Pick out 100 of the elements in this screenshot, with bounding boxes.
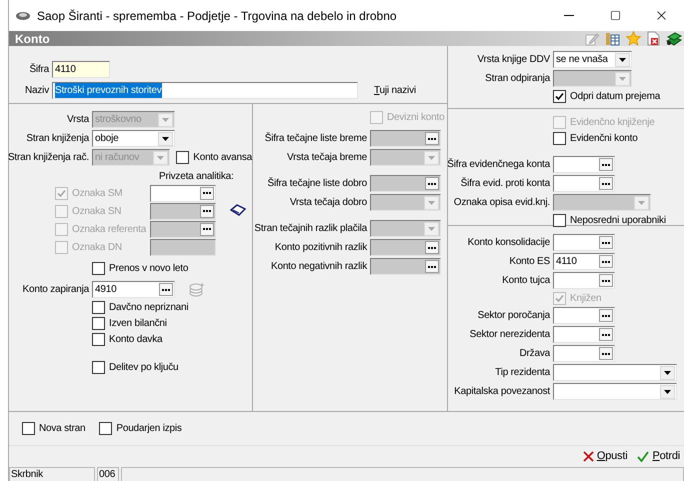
table-icon[interactable] bbox=[605, 32, 620, 46]
browse-button[interactable] bbox=[599, 328, 613, 341]
field-label: Oznaka opisa evid.knj. bbox=[454, 196, 550, 210]
cancel-button[interactable]: Opusti bbox=[582, 448, 628, 465]
caret-icon bbox=[664, 390, 671, 394]
checkbox[interactable] bbox=[99, 422, 112, 435]
checkbox-label: Odpri datum prejema bbox=[570, 90, 660, 104]
foreign-names-link[interactable]: Tuji nazivi bbox=[374, 83, 416, 98]
dropdown-button[interactable] bbox=[158, 132, 173, 146]
dropdown[interactable]: oboje bbox=[92, 130, 175, 147]
star-icon[interactable] bbox=[626, 31, 641, 46]
field-label: Vrsta knjige DDV bbox=[477, 53, 550, 67]
browse-button[interactable] bbox=[599, 274, 613, 287]
dropdown[interactable] bbox=[553, 383, 677, 400]
checkbox[interactable] bbox=[92, 360, 105, 374]
minimize-icon bbox=[564, 15, 574, 16]
checkbox-label: Oznaka SM bbox=[72, 186, 122, 200]
caret-icon bbox=[664, 370, 671, 374]
browse-button[interactable] bbox=[599, 158, 613, 171]
checkbox-label: Delitev po ključu bbox=[109, 360, 178, 374]
browse-button[interactable] bbox=[599, 177, 613, 190]
field-label: Stran knjiženja bbox=[26, 132, 89, 146]
checkbox-label: Izven bilančni bbox=[109, 316, 167, 330]
field-label: Stran tečajnih razlik plačila bbox=[254, 222, 367, 236]
checkbox-label: Devizni konto bbox=[387, 110, 444, 124]
browse-button[interactable] bbox=[599, 347, 613, 360]
caret-icon bbox=[619, 76, 626, 80]
lookup-field[interactable] bbox=[553, 326, 615, 343]
name-field[interactable]: Stroški prevoznih storitev bbox=[52, 82, 358, 99]
status-cell: 006 bbox=[97, 467, 119, 481]
checkbox-label: Oznaka referenta bbox=[72, 222, 146, 236]
lookup-field[interactable] bbox=[553, 234, 615, 251]
checkbox-label: Nova stran bbox=[39, 422, 86, 436]
lookup-field[interactable] bbox=[553, 156, 615, 173]
field-label: Tip rezidenta bbox=[495, 366, 550, 380]
lookup-field[interactable] bbox=[553, 272, 615, 289]
field-label: Konto negativnih razlik bbox=[270, 260, 367, 274]
caret-icon bbox=[428, 200, 435, 204]
checkbox[interactable] bbox=[92, 262, 105, 274]
dropdown[interactable]: se ne vnaša bbox=[553, 51, 632, 68]
dropdown-button[interactable] bbox=[660, 366, 675, 380]
checkbox-label: Davčno nepriznani bbox=[109, 300, 188, 314]
lookup-field[interactable]: 4910 bbox=[92, 281, 175, 298]
lookup-field[interactable]: 4110 bbox=[553, 253, 615, 270]
checkbox-label: Poudarjen izpis bbox=[116, 422, 182, 436]
field-label: Stran knjiženja rač. bbox=[8, 151, 89, 165]
checkbox-label: Evidenčno knjiženje bbox=[570, 116, 655, 130]
field-label: Vrsta tečaja breme bbox=[287, 151, 367, 165]
field-label: Konto tujca bbox=[502, 274, 550, 288]
checkbox-label: Konto davka bbox=[109, 332, 162, 346]
field-label: Šifra tečajne liste dobro bbox=[267, 176, 367, 191]
lookup-field[interactable] bbox=[553, 175, 615, 192]
field-label: Vrsta bbox=[67, 113, 89, 127]
lookup-field[interactable] bbox=[553, 307, 615, 324]
checkbox-label: Konto avansa bbox=[193, 151, 252, 165]
browse-button[interactable] bbox=[599, 236, 613, 249]
status-cell: Skrbnik bbox=[9, 467, 95, 481]
browse-button[interactable] bbox=[599, 255, 613, 268]
dropdown-button[interactable] bbox=[615, 52, 630, 66]
checkbox-label: Prenos v novo leto bbox=[109, 262, 188, 276]
panel-title: Konto bbox=[14, 30, 50, 48]
checkbox[interactable] bbox=[22, 422, 35, 435]
checkbox[interactable] bbox=[553, 132, 566, 144]
field-label: Konto ES bbox=[509, 255, 550, 269]
checkbox[interactable] bbox=[553, 214, 566, 226]
confirm-button[interactable]: Potrdi bbox=[637, 448, 680, 465]
checkbox-label: Oznaka SN bbox=[72, 204, 122, 218]
checkbox-label: Knjižen bbox=[570, 292, 602, 306]
maximize-icon bbox=[610, 10, 620, 21]
window-title: Saop Širanti - sprememba - Podjetje - Trgovina na debelo in drobno bbox=[37, 8, 397, 24]
code-field[interactable]: 4110 bbox=[52, 61, 110, 78]
browse-button[interactable] bbox=[599, 309, 613, 322]
field-label: Vrsta tečaja dobro bbox=[290, 196, 367, 210]
caret-icon bbox=[619, 58, 626, 62]
field-label: Stran odpiranja bbox=[485, 72, 550, 86]
field-label: Konto pozitivnih razlik bbox=[274, 241, 367, 255]
checkbox-label: Neposredni uporabniki bbox=[570, 214, 666, 228]
field-label: Šifra evidenčnega konta bbox=[447, 157, 550, 172]
dropdown-button[interactable] bbox=[660, 384, 675, 398]
delete-document-icon[interactable] bbox=[647, 31, 660, 46]
app-icon bbox=[15, 10, 31, 20]
field-label: Šifra evid. proti konta bbox=[460, 176, 550, 191]
field-label: Šifra tečajne liste breme bbox=[264, 131, 367, 146]
checkbox-label: Oznaka DN bbox=[72, 240, 122, 254]
section-heading: Privzeta analitika: bbox=[159, 170, 234, 184]
caret-icon bbox=[157, 156, 164, 160]
checkbox[interactable] bbox=[92, 316, 105, 330]
lookup-field[interactable] bbox=[553, 345, 615, 362]
check-icon bbox=[637, 451, 650, 462]
caret-icon bbox=[162, 118, 169, 122]
dropdown[interactable] bbox=[553, 364, 677, 381]
checkbox[interactable] bbox=[92, 332, 105, 346]
checkbox[interactable] bbox=[92, 300, 105, 314]
field-label: Sektor poročanja bbox=[478, 309, 550, 323]
browse-button[interactable] bbox=[159, 283, 173, 296]
caret-icon bbox=[162, 136, 169, 140]
field-label: Država bbox=[520, 347, 550, 361]
pencil-icon[interactable] bbox=[585, 32, 599, 46]
checkbox[interactable] bbox=[553, 90, 566, 102]
stack-icon bbox=[189, 282, 205, 296]
